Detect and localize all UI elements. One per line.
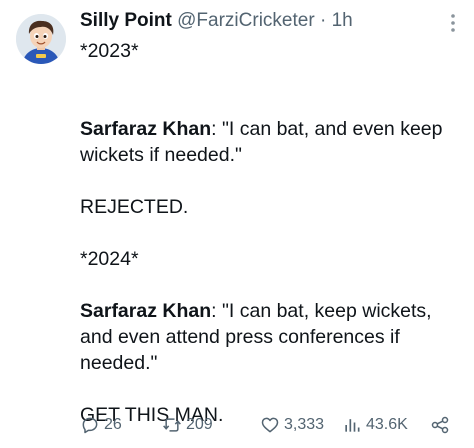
retweet-icon [163, 418, 181, 432]
speaker-name: Sarfaraz Khan [80, 118, 212, 140]
text-2023: *2023* [80, 40, 139, 62]
separator-dot: · [319, 10, 327, 31]
action-bar: 26 209 3,333 43.6K [80, 412, 460, 438]
retweet-button[interactable]: 209 [162, 412, 213, 438]
more-icon[interactable] [448, 12, 458, 38]
views-icon [345, 419, 360, 432]
share-icon [431, 416, 449, 434]
share-button[interactable] [430, 412, 450, 438]
text-2024: *2024* [80, 248, 139, 270]
tweet-card: Silly Point @FarziCricketer · 1h *2023* … [0, 0, 474, 448]
retweet-count: 209 [186, 416, 213, 433]
avatar[interactable] [16, 14, 66, 64]
cartoon-cricketer-avatar-icon [16, 14, 66, 64]
like-button[interactable]: 3,333 [260, 412, 324, 438]
reply-icon [82, 417, 98, 434]
quote-2024: Sarfaraz Khan: "I can bat, keep wickets,… [80, 298, 460, 376]
timestamp[interactable]: 1h [332, 10, 353, 31]
like-count: 3,333 [284, 416, 325, 433]
text-rejected: REJECTED. [80, 196, 189, 218]
reply-button[interactable]: 26 [80, 412, 122, 438]
speaker-name: Sarfaraz Khan [80, 300, 212, 322]
tweet-header: Silly Point @FarziCricketer · 1h [80, 10, 353, 32]
views-button[interactable]: 43.6K [342, 412, 408, 438]
heart-icon [261, 417, 279, 433]
reply-count: 26 [104, 416, 122, 433]
quote-2023: Sarfaraz Khan: "I can bat, and even keep… [80, 116, 460, 168]
tweet-text: *2023* Sarfaraz Khan: "I can bat, and ev… [80, 38, 460, 428]
author-handle[interactable]: @FarziCricketer [177, 10, 315, 31]
views-count: 43.6K [366, 416, 408, 433]
author-name[interactable]: Silly Point [80, 10, 172, 31]
